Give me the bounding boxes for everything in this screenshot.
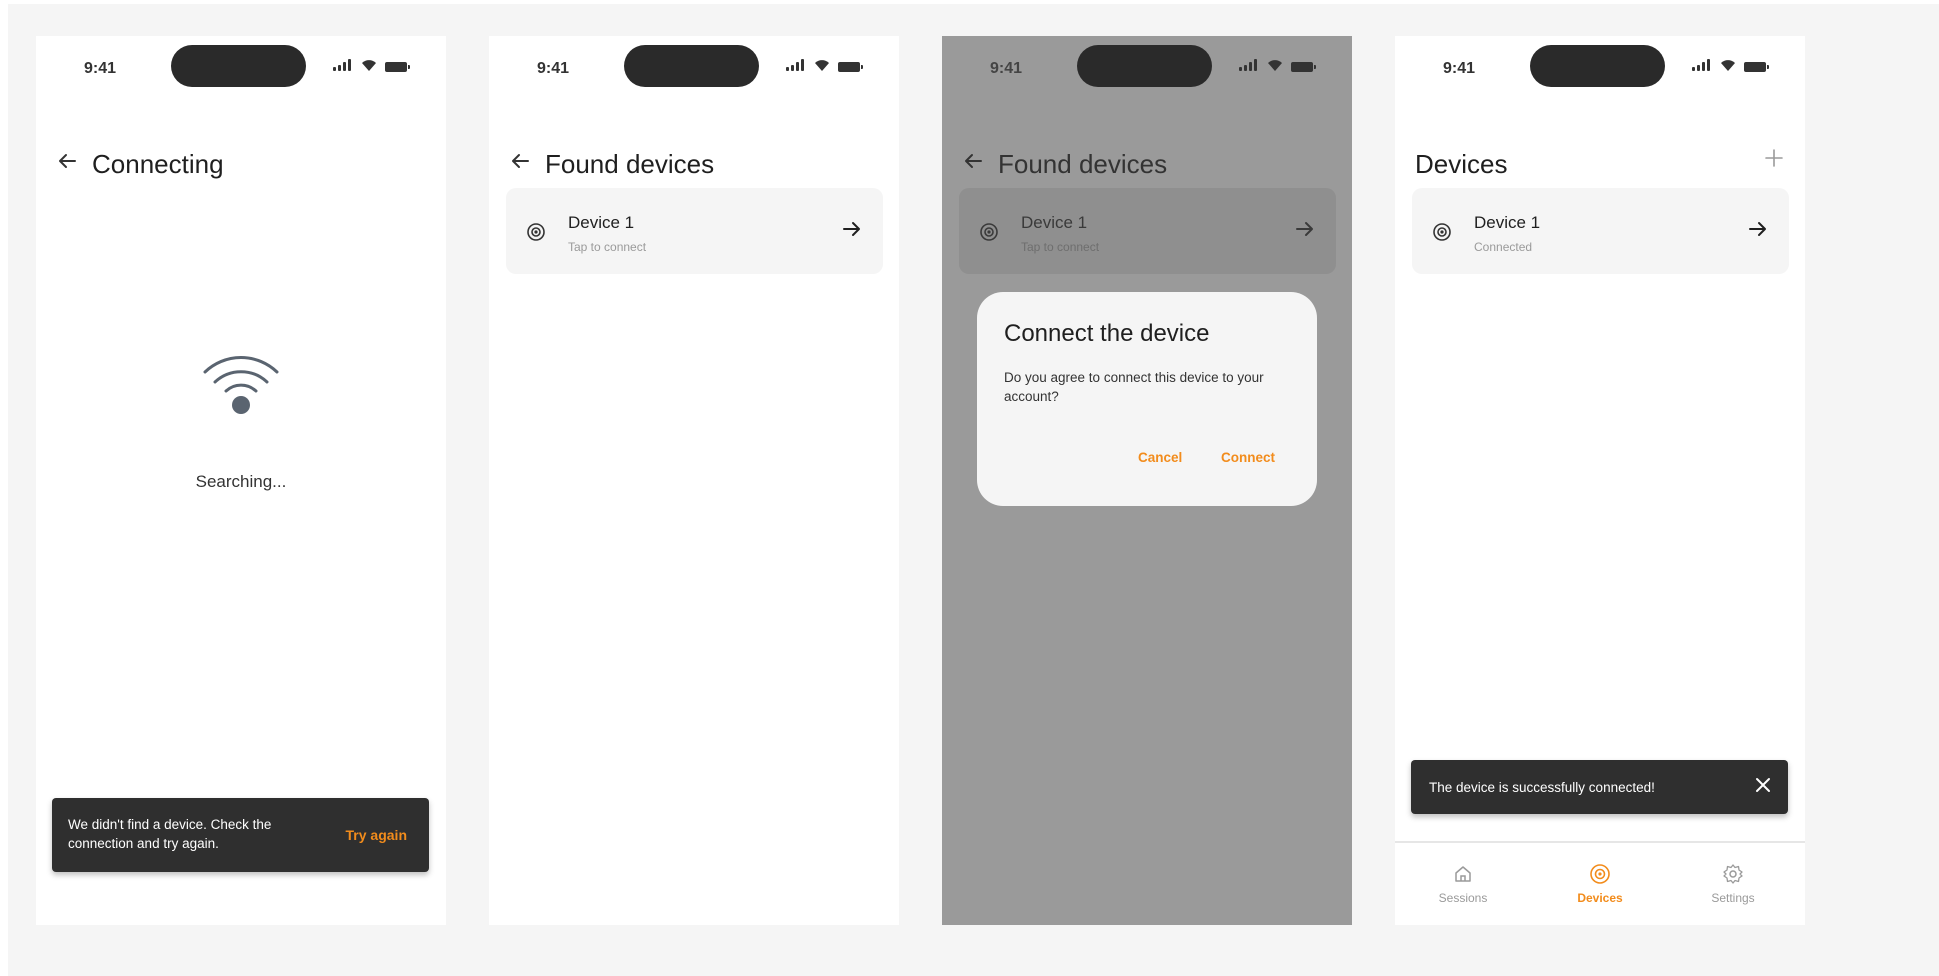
dynamic-island xyxy=(171,45,306,87)
close-icon[interactable] xyxy=(1754,776,1772,798)
status-bar: 9:41 xyxy=(489,36,899,96)
status-bar: 9:41 xyxy=(1395,36,1805,96)
status-time: 9:41 xyxy=(990,60,1023,77)
status-bar: 9:41 xyxy=(942,36,1352,96)
searching-label: Searching... xyxy=(195,472,287,491)
device-card[interactable]: Device 1 Tap to connect xyxy=(959,188,1336,274)
status-icons xyxy=(1239,58,1319,74)
plus-icon[interactable] xyxy=(1763,146,1785,174)
cancel-button[interactable]: Cancel xyxy=(1138,450,1182,465)
screen-found-devices: 9:41 Found devices Device 1 Tap to conne… xyxy=(489,36,899,925)
forward-arrow-icon xyxy=(1747,218,1769,245)
top-bar: Found devices xyxy=(962,146,1332,186)
wifi-status-icon xyxy=(1720,58,1736,74)
forward-arrow-icon xyxy=(841,218,863,245)
dynamic-island xyxy=(624,45,759,87)
connect-dialog: Connect the device Do you agree to conne… xyxy=(977,292,1317,506)
device-name: Device 1 xyxy=(1021,213,1088,232)
battery-icon xyxy=(1291,62,1316,72)
nav-item-sessions[interactable]: Sessions xyxy=(1413,855,1513,905)
device-subtitle: Connected xyxy=(1474,240,1533,254)
snackbar: We didn't find a device. Check the conne… xyxy=(52,798,429,872)
dialog-title: Connect the device xyxy=(1004,320,1210,347)
dynamic-island xyxy=(1530,45,1665,87)
battery-icon xyxy=(1744,62,1769,72)
battery-icon xyxy=(385,62,410,72)
wifi-status-icon xyxy=(361,58,377,74)
back-arrow-icon[interactable] xyxy=(56,150,80,174)
device-icon xyxy=(526,222,546,242)
wifi-icon xyxy=(201,346,281,416)
screen-connect-dialog: 9:41 Found devices Device 1 Tap to conne… xyxy=(942,36,1352,925)
forward-arrow-icon xyxy=(1294,218,1316,245)
device-subtitle: Tap to connect xyxy=(1021,240,1100,254)
status-time: 9:41 xyxy=(537,60,570,77)
signal-icon xyxy=(1692,59,1712,71)
device-subtitle: Tap to connect xyxy=(568,240,647,254)
wifi-status-icon xyxy=(1267,58,1283,74)
page-title: Found devices xyxy=(545,149,715,179)
nav-item-settings[interactable]: Settings xyxy=(1683,855,1783,905)
snackbar-text: The device is successfully connected! xyxy=(1429,780,1655,795)
nav-label: Sessions xyxy=(1438,891,1488,905)
top-bar: Connecting xyxy=(56,146,426,186)
signal-icon xyxy=(786,59,806,71)
nav-item-devices[interactable]: Devices xyxy=(1550,855,1650,905)
dynamic-island xyxy=(1077,45,1212,87)
settings-gear-icon xyxy=(1722,863,1744,885)
nav-label: Settings xyxy=(1711,891,1755,905)
status-time: 9:41 xyxy=(1443,60,1476,77)
top-bar: Devices xyxy=(1415,146,1785,186)
status-icons xyxy=(786,58,866,74)
screen-devices: 9:41 Devices Device 1 Connected The devi… xyxy=(1395,36,1805,925)
device-icon xyxy=(1432,222,1452,242)
page-title: Found devices xyxy=(998,149,1168,179)
battery-icon xyxy=(838,62,863,72)
device-icon xyxy=(1589,863,1611,885)
device-icon xyxy=(979,222,999,242)
status-time: 9:41 xyxy=(84,60,117,77)
try-again-button[interactable]: Try again xyxy=(346,827,407,843)
canvas: 9:41 Connecting Searching... We didn't f… xyxy=(8,4,1939,976)
wifi-status-icon xyxy=(814,58,830,74)
back-arrow-icon[interactable] xyxy=(509,150,533,174)
bottom-nav: Sessions Devices Settings xyxy=(1395,841,1805,925)
nav-label: Devices xyxy=(1577,891,1623,905)
status-bar: 9:41 xyxy=(36,36,446,96)
signal-icon xyxy=(1239,59,1259,71)
device-name: Device 1 xyxy=(568,213,635,232)
device-name: Device 1 xyxy=(1474,213,1541,232)
dialog-body: Do you agree to connect this device to y… xyxy=(1004,370,1264,404)
device-card[interactable]: Device 1 Connected xyxy=(1412,188,1789,274)
status-icons xyxy=(333,58,413,74)
signal-icon xyxy=(333,59,353,71)
back-arrow-icon[interactable] xyxy=(962,150,986,174)
top-bar: Found devices xyxy=(509,146,879,186)
status-icons xyxy=(1692,58,1772,74)
home-icon xyxy=(1452,863,1474,885)
snackbar-text: We didn't find a device. Check the conne… xyxy=(68,817,272,851)
page-title: Devices xyxy=(1415,149,1508,179)
connect-button[interactable]: Connect xyxy=(1221,450,1275,465)
device-card[interactable]: Device 1 Tap to connect xyxy=(506,188,883,274)
snackbar: The device is successfully connected! xyxy=(1411,760,1788,814)
screen-connecting: 9:41 Connecting Searching... We didn't f… xyxy=(36,36,446,925)
page-title: Connecting xyxy=(92,149,224,179)
